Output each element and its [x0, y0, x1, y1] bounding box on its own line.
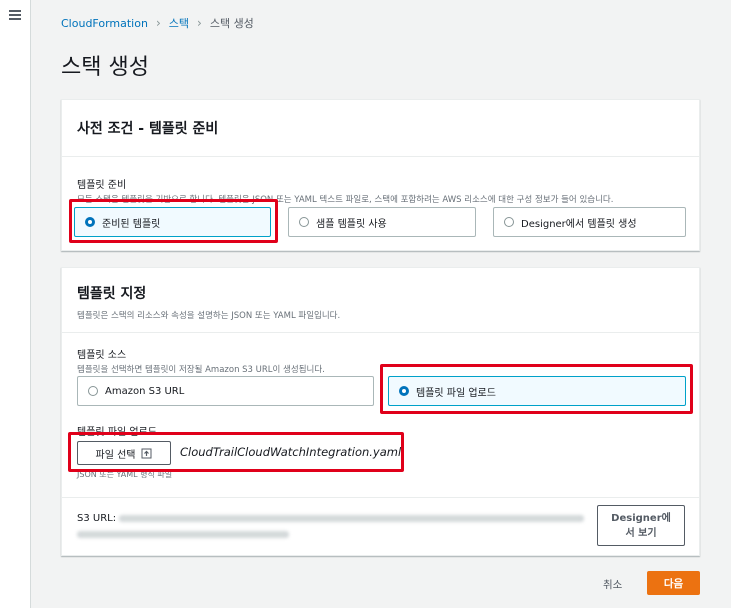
option-label: 샘플 템플릿 사용 [316, 218, 387, 230]
s3-url-value-redacted [119, 515, 584, 522]
option-label: 준비된 템플릿 [102, 218, 161, 230]
selected-file-name: CloudTrailCloudWatchIntegration.yaml [180, 445, 402, 459]
template-prepare-label: 템플릿 준비 [77, 180, 127, 191]
radio-icon [504, 217, 514, 227]
template-prepare-field: 템플릿 준비 모든 스택은 템플릿을 기반으로 합니다. 템플릿은 JSON 또… [77, 176, 687, 205]
side-navigation [0, 0, 31, 608]
page-title: 스택 생성 [61, 55, 149, 80]
option-label: Designer에서 템플릿 생성 [521, 218, 637, 230]
breadcrumb-stacks[interactable]: 스택 [169, 15, 189, 31]
upload-hint: JSON 또는 YAML 형식 파일 [77, 470, 173, 479]
breadcrumb-current: 스택 생성 [209, 17, 254, 30]
template-source-field: 템플릿 소스 템플릿을 선택하면 템플릿이 저장될 Amazon S3 URL이… [77, 346, 687, 375]
chevron-right-icon: › [197, 16, 202, 30]
radio-selected-icon [399, 386, 409, 396]
s3-url-label: S3 URL: [77, 513, 117, 524]
option-sample-template[interactable]: 샘플 템플릿 사용 [288, 207, 476, 237]
upload-file-label: 템플릿 파일 업로드 [77, 427, 157, 438]
prerequisite-header: 사전 조건 - 템플릿 준비 [62, 100, 699, 157]
s3-url-row: S3 URL: Designer에서 보기 [62, 497, 699, 556]
choose-file-label: 파일 선택 [95, 449, 136, 461]
menu-icon[interactable] [9, 10, 21, 20]
specify-template-title: 템플릿 지정 [77, 286, 147, 302]
source-option-s3-url[interactable]: Amazon S3 URL [77, 376, 374, 406]
prerequisite-title: 사전 조건 - 템플릿 준비 [77, 121, 219, 137]
option-designer-template[interactable]: Designer에서 템플릿 생성 [493, 207, 686, 237]
breadcrumb-cloudformation[interactable]: CloudFormation [61, 17, 148, 30]
template-source-label: 템플릿 소스 [77, 350, 127, 361]
view-in-designer-button[interactable]: Designer에서 보기 [597, 505, 685, 546]
specify-template-subtitle: 템플릿은 스택의 리소스와 속성을 설명하는 JSON 또는 YAML 파일입니… [77, 311, 341, 321]
s3-url-value-redacted [77, 531, 289, 538]
cancel-button[interactable]: 취소 [603, 577, 622, 592]
breadcrumb: CloudFormation › 스택 › 스택 생성 [61, 15, 254, 31]
option-ready-template[interactable]: 준비된 템플릿 [74, 207, 271, 237]
template-prepare-desc: 모든 스택은 템플릿을 기반으로 합니다. 템플릿은 JSON 또는 YAML … [77, 195, 614, 205]
specify-template-panel: 템플릿 지정 템플릿은 스택의 리소스와 속성을 설명하는 JSON 또는 YA… [61, 267, 700, 556]
specify-template-header: 템플릿 지정 템플릿은 스택의 리소스와 속성을 설명하는 JSON 또는 YA… [62, 268, 699, 333]
radio-selected-icon [85, 217, 95, 227]
file-upload-row: 파일 선택 CloudTrailCloudWatchIntegration.ya… [62, 441, 701, 465]
chevron-right-icon: › [155, 16, 161, 30]
source-option-upload[interactable]: 템플릿 파일 업로드 [388, 376, 686, 406]
template-source-desc: 템플릿을 선택하면 템플릿이 저장될 Amazon S3 URL이 생성됩니다. [77, 365, 325, 375]
radio-icon [299, 217, 309, 227]
choose-file-button[interactable]: 파일 선택 [77, 441, 171, 465]
option-label: 템플릿 파일 업로드 [416, 387, 496, 399]
next-button[interactable]: 다음 [647, 571, 700, 595]
prerequisite-panel: 사전 조건 - 템플릿 준비 템플릿 준비 모든 스택은 템플릿을 기반으로 합… [61, 99, 700, 251]
upload-icon [141, 448, 152, 459]
radio-icon [88, 386, 98, 396]
option-label: Amazon S3 URL [105, 385, 185, 397]
